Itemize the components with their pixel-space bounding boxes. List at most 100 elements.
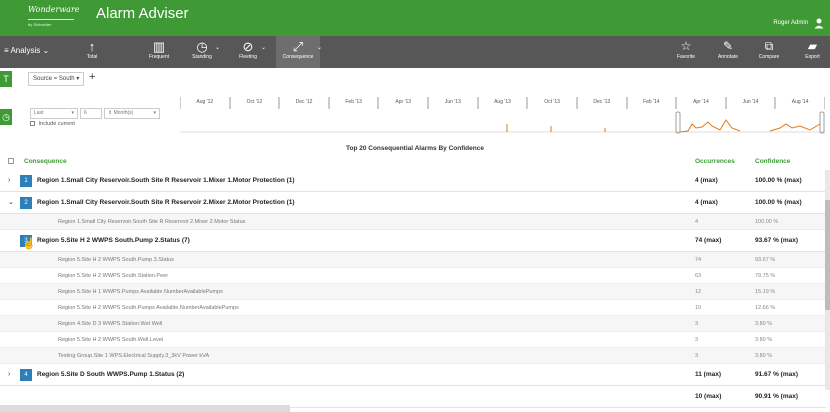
occurrences-value: 3 (695, 321, 699, 327)
table-title: Top 20 Consequential Alarms By Confidenc… (346, 145, 484, 152)
table-child-row[interactable]: Region 5.Site H 2 WWPS South.Pump 3.Stat… (0, 252, 826, 268)
table-child-row[interactable]: Testing Group.Site 1 WPS.Electrical Supp… (0, 348, 826, 364)
timeline-month-label[interactable]: Dec '12 (279, 97, 329, 109)
timeline-month-label[interactable]: Jun '13 (428, 97, 478, 109)
table-row[interactable]: 3 Region 5.Site H 2 WWPS South.Pump 2.Sta… (0, 230, 826, 252)
timeline-month-label[interactable]: Feb '13 (328, 97, 379, 109)
expand-toggle-icon[interactable]: › (8, 170, 10, 192)
confidence-value: 3.80 % (755, 353, 773, 359)
standing-button[interactable]: ◷ Standing ⌄ (186, 36, 220, 68)
bar-chart-icon: ▥ (152, 39, 166, 54)
expand-toggle-icon[interactable]: › (8, 364, 10, 386)
analysis-menu[interactable]: ≡ Analysis ⌄ (4, 46, 49, 55)
confidence-value: 91.67 % (max) (755, 371, 798, 378)
clock-icon[interactable]: ◷ (0, 109, 12, 125)
annotate-button[interactable]: ✎ Annotate (712, 36, 744, 68)
consequence-name: Region 5.Site H 2 WWPS South.Pump 3.Stat… (58, 257, 174, 263)
export-button[interactable]: ▰ Export (795, 36, 830, 68)
timeline-month-label[interactable]: Oct '13 (527, 97, 577, 109)
range-left-handle (675, 111, 681, 134)
confidence-value: 3.80 % (755, 337, 773, 343)
fleeting-button-label: Fleeting (239, 54, 257, 60)
confidence-value: 93.67 % (max) (755, 237, 798, 244)
export-icon: ▰ (807, 39, 818, 53)
frequent-button-label: Frequent (148, 54, 169, 60)
timeline-month-label[interactable]: Oct '12 (229, 97, 280, 109)
total-button-label: Total (86, 54, 98, 60)
source-filter-select[interactable]: Source = South ▾ (28, 72, 84, 86)
favorite-button[interactable]: ☆ Favorite (670, 36, 702, 68)
logo-subtitle: by Schneider (28, 22, 52, 27)
timeline-month-label[interactable]: Apr '14 (676, 97, 726, 109)
table-child-row[interactable]: Region 1.Small City Reservoir.South Site… (0, 214, 826, 230)
range-unit-select[interactable]: ⇕ Month(s) ▾ (104, 108, 160, 119)
chevron-down-icon: ⌄ (316, 45, 322, 51)
confidence-value: 15.19 % (755, 289, 776, 295)
occurrences-value: 3 (695, 337, 699, 343)
confidence-value: 12.66 % (755, 305, 776, 311)
table-child-row[interactable]: Region 5.Site H 2 WWPS South.Station.Pee… (0, 268, 826, 284)
pencil-icon: ✎ (722, 39, 734, 53)
confidence-value: 79.75 % (755, 273, 776, 279)
chevron-down-icon: ▾ (76, 76, 80, 82)
scrollbar-thumb[interactable] (825, 200, 830, 310)
table-row[interactable]: › 1 Region 1.Small City Reservoir.South Si… (0, 170, 826, 192)
horizontal-scrollbar[interactable] (0, 405, 290, 412)
table-child-row[interactable]: Region 5.Site H 2 WWPS South.Well.Level 3… (0, 332, 826, 348)
select-all-checkbox[interactable] (8, 158, 14, 164)
timeline-axis[interactable]: Aug '12 Oct '12 Dec '12 Feb '13 Apr '13 Jun '… (180, 97, 825, 109)
timeline-month-label[interactable]: Apr '13 (378, 97, 429, 109)
occurrences-value: 11 (max) (695, 371, 722, 378)
confidence-value: 3.80 % (755, 321, 773, 327)
consequence-name: Region 1.Small City Reservoir.South Site… (37, 177, 295, 184)
consequence-name: Region 5.Site H 2 WWPS South.Station.Pee… (58, 273, 169, 279)
expand-toggle-icon[interactable]: ⌄ (8, 192, 14, 214)
chevron-down-icon: ⌄ (214, 45, 220, 51)
rank-badge: 4 (20, 369, 32, 381)
column-header-consequence[interactable]: Consequence (24, 158, 67, 165)
range-count-stepper[interactable]: 6 (80, 108, 102, 119)
table-child-row[interactable]: Region 5.Site H 2 WWPS South.Pumps Avail… (0, 300, 826, 316)
timeline-month-label[interactable]: Aug '14 (775, 97, 825, 109)
occurrences-value: 10 (max) (695, 393, 722, 400)
user-icon[interactable] (813, 17, 825, 29)
timeline-month-label[interactable]: Jun '14 (725, 97, 776, 109)
column-header-occurrences[interactable]: Occurrences (695, 158, 735, 165)
total-button[interactable]: ↑ Total (76, 36, 108, 68)
range-type-select[interactable]: Last ▾ (30, 108, 78, 119)
column-header-confidence[interactable]: Confidence (755, 158, 790, 165)
consequence-button[interactable]: ⤢ Consequence ⌄ (276, 36, 322, 68)
app-title: Alarm Adviser (96, 5, 189, 22)
include-current-checkbox[interactable]: Include current (30, 121, 75, 127)
fleeting-button[interactable]: ⊘ Fleeting ⌄ (232, 36, 266, 68)
consequence-button-label: Consequence (282, 54, 314, 60)
standing-button-label: Standing (192, 54, 212, 60)
filter-icon[interactable]: T (0, 71, 12, 87)
table-row[interactable]: ⌄ 2 Region 1.Small City Reservoir.South Si… (0, 192, 826, 214)
favorite-button-label: Favorite (676, 54, 696, 60)
timeline-month-label[interactable]: Aug '13 (477, 97, 528, 109)
timeline-month-label[interactable]: Aug '12 (180, 97, 230, 109)
clock-icon: ◷ (196, 39, 208, 54)
range-count-value: 6 (84, 110, 87, 116)
chevron-down-icon: ▾ (71, 110, 74, 116)
table-child-row[interactable]: Region 5.Site H 1 WWPS.Pumps Available.N… (0, 284, 826, 300)
confidence-value: 90.91 % (max) (755, 393, 798, 400)
hamburger-icon: ≡ (4, 46, 9, 55)
timeline-month-label[interactable]: Dec '13 (576, 97, 627, 109)
annotate-button-label: Annotate (717, 54, 739, 60)
frequent-button[interactable]: ▥ Frequent (143, 36, 175, 68)
title-bar: Wonderware by Schneider Alarm Adviser Ro… (0, 0, 830, 36)
consequence-name: Region 5.Site H 1 WWPS.Pumps Available.N… (58, 289, 223, 295)
add-filter-button[interactable]: + (89, 71, 95, 83)
consequence-name: Testing Group.Site 1 WPS.Electrical Supp… (58, 353, 210, 359)
table-row[interactable]: › 4 Region 5.Site D South WWPS.Pump 1.Stat… (0, 364, 826, 386)
compare-button[interactable]: ⧉ Compare (753, 36, 785, 68)
occurrences-value: 4 (max) (695, 177, 718, 184)
star-icon: ☆ (680, 39, 692, 53)
timeline-month-label[interactable]: Feb '14 (626, 97, 677, 109)
table-child-row[interactable]: Region 4.Site D 3 WWPS.Station.Wet Well 3… (0, 316, 826, 332)
range-right-handle (819, 111, 825, 134)
user-name[interactable]: Roger Admin (773, 20, 808, 26)
alarm-timeline-sparkline[interactable] (180, 110, 825, 135)
